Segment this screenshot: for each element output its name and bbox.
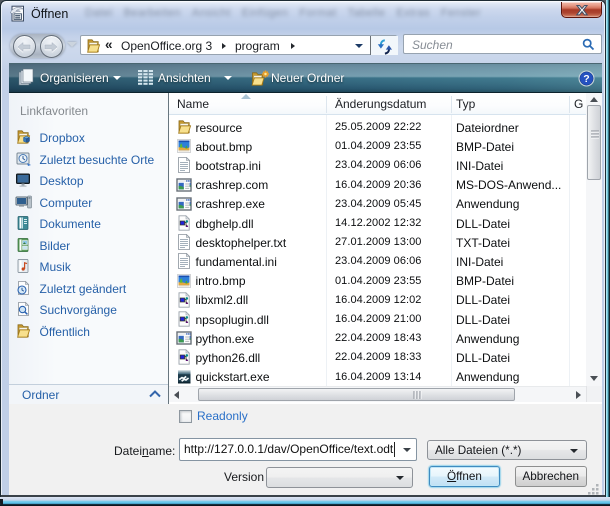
svg-text:?: ?	[583, 73, 589, 85]
